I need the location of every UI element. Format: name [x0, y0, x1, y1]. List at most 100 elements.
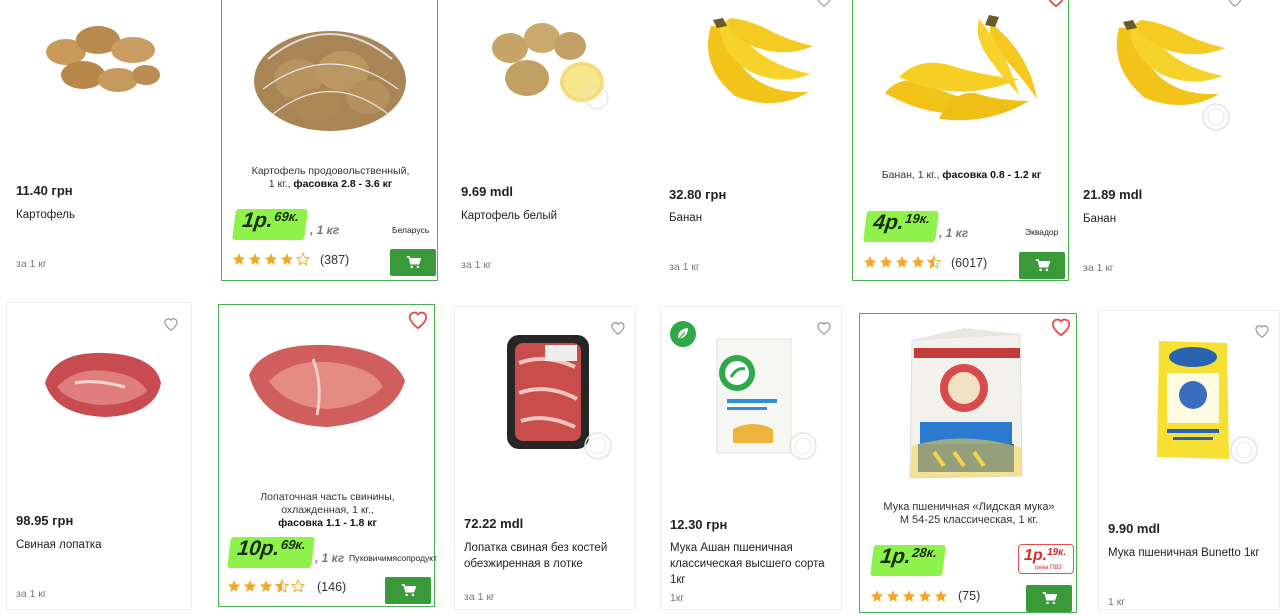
heart-icon[interactable]	[816, 320, 832, 335]
desc-text: 1 кг.,	[268, 178, 291, 190]
product-name[interactable]: Свиная лопатка	[16, 537, 102, 553]
old-price-minor: 19к.	[1047, 547, 1067, 558]
product-price: 11.40 грн	[16, 183, 73, 198]
product-card-pork-tray[interactable]: 72.22 mdl Лопатка свиная без костей обез…	[454, 306, 636, 610]
heart-icon[interactable]	[1254, 323, 1270, 338]
desc-line: Лопаточная часть свинины,	[260, 491, 395, 503]
product-description[interactable]: Картофель продовольственный, 1 кг., фасо…	[222, 165, 439, 191]
star-icon	[863, 256, 877, 268]
product-card-flour-bunetto[interactable]: 9.90 mdl Мука пшеничная Bunetto 1кг 1 кг	[1098, 310, 1280, 610]
potato-white-image[interactable]	[482, 18, 612, 110]
star-empty-icon	[296, 252, 310, 266]
product-name[interactable]: Лопатка свиная без костей обезжиренная в…	[464, 540, 607, 572]
product-card-flour-auchan[interactable]: 12.30 грн Мука Ашан пшеничная классическ…	[660, 306, 842, 610]
review-count[interactable]: (75)	[958, 589, 980, 603]
price-tag: 1р. 69к.	[232, 209, 308, 240]
potato-image[interactable]	[38, 20, 168, 100]
desc-pack: фасовка 1.1 - 1.8 кг	[278, 517, 377, 529]
product-card-potato-sack[interactable]: Картофель продовольственный, 1 кг., фасо…	[221, 0, 438, 281]
add-to-cart-button[interactable]	[390, 249, 436, 276]
review-count[interactable]: (146)	[317, 580, 346, 594]
flour-lida-image[interactable]	[904, 326, 1028, 482]
eco-leaf-icon	[670, 321, 696, 347]
product-unit: за 1 кг	[461, 259, 492, 271]
price-per: , 1 кг	[939, 226, 969, 240]
star-icon	[886, 590, 900, 602]
price-minor: 19к.	[904, 211, 931, 226]
heart-icon[interactable]	[1045, 0, 1067, 7]
product-card-banana-2[interactable]: 21.89 mdl Банан за 1 кг	[1075, 0, 1265, 277]
product-card-banana-promo[interactable]: Банан, 1 кг., фасовка 0.8 - 1.2 кг 4р. 19…	[852, 0, 1069, 281]
banana-bunch-image[interactable]	[879, 13, 1043, 125]
add-to-cart-button[interactable]	[1019, 252, 1065, 279]
product-card-banana-1[interactable]: 32.80 грн Банан за 1 кг	[661, 0, 844, 277]
star-icon	[902, 590, 916, 602]
pork-tray-image[interactable]	[505, 333, 591, 451]
old-price-value: 1р.19к.	[1024, 547, 1066, 565]
desc-line: Картофель продовольственный,	[251, 165, 410, 177]
star-half-icon	[275, 579, 289, 593]
product-name[interactable]: Банан	[669, 210, 702, 226]
product-origin: Эквадор	[1025, 227, 1059, 237]
price-main: 10р.	[236, 537, 281, 560]
cart-icon	[401, 584, 416, 597]
product-card-flour-lida[interactable]: Мука пшеничная «Лидская мука» М 54-25 кл…	[859, 313, 1077, 613]
product-name[interactable]: Мука Ашан пшеничная классическая высшего…	[670, 540, 825, 588]
flour-auchan-image[interactable]	[713, 333, 795, 457]
heart-icon[interactable]	[610, 320, 626, 335]
product-card-potato-white[interactable]: 9.69 mdl Картофель белый за 1 кг	[454, 0, 637, 277]
star-icon	[232, 253, 246, 265]
review-count[interactable]: (6017)	[951, 256, 987, 270]
cart-icon	[406, 256, 421, 269]
product-description[interactable]: Мука пшеничная «Лидская мука» М 54-25 кл…	[860, 501, 1078, 527]
star-icon	[879, 256, 893, 268]
star-icon	[895, 256, 909, 268]
product-price: 21.89 mdl	[1083, 187, 1143, 202]
heart-icon[interactable]	[407, 309, 429, 329]
desc-line: М 54-25 классическая, 1 кг.	[899, 514, 1039, 526]
watermark-icon	[584, 432, 612, 460]
product-unit: за 1 кг	[16, 588, 47, 600]
product-origin: Пуховичимясопродукт	[349, 553, 437, 563]
old-price-tag: 1р.19к. цена ПВЗ	[1018, 544, 1074, 574]
product-name[interactable]: Банан	[1083, 211, 1116, 227]
product-name[interactable]: Мука пшеничная Bunetto 1кг	[1108, 545, 1260, 561]
pork-meat-image[interactable]	[243, 335, 409, 435]
rating-stars	[227, 579, 305, 593]
flour-bunetto-image[interactable]	[1153, 337, 1233, 463]
star-icon	[870, 590, 884, 602]
product-card-pork-promo[interactable]: Лопаточная часть свинины, охлажденная, 1…	[218, 304, 437, 607]
product-name[interactable]: Картофель белый	[461, 208, 557, 224]
heart-icon[interactable]	[816, 0, 832, 7]
price-minor: 69к.	[273, 209, 300, 224]
price-main: 1р.	[241, 209, 275, 232]
potato-sack-image[interactable]	[248, 19, 412, 137]
product-unit: за 1 кг	[464, 591, 495, 603]
product-description[interactable]: Лопаточная часть свинины, охлажденная, 1…	[219, 491, 436, 530]
product-unit: за 1 кг	[16, 258, 47, 270]
banana-image[interactable]	[1105, 18, 1229, 112]
add-to-cart-button[interactable]	[1026, 585, 1072, 612]
product-unit: за 1 кг	[669, 261, 700, 273]
star-icon	[264, 253, 278, 265]
product-price: 98.95 грн	[16, 513, 74, 528]
product-price: 9.69 mdl	[461, 184, 514, 199]
heart-icon[interactable]	[1050, 316, 1072, 336]
desc-line: фасовка 1.1 - 1.8 кг	[219, 517, 436, 530]
desc-pack: фасовка 2.8 - 3.6 кг	[293, 178, 393, 190]
product-unit: 1 кг	[1108, 596, 1126, 608]
banana-image[interactable]	[691, 16, 819, 108]
product-card-potato-1[interactable]: 11.40 грн Картофель за 1 кг	[8, 0, 191, 277]
add-to-cart-button[interactable]	[385, 577, 431, 604]
pork-shoulder-image[interactable]	[35, 343, 165, 423]
heart-icon[interactable]	[163, 316, 179, 331]
product-description[interactable]: Банан, 1 кг., фасовка 0.8 - 1.2 кг	[853, 169, 1070, 182]
star-icon	[918, 590, 932, 602]
product-name[interactable]: Картофель	[16, 207, 75, 223]
product-card-pork-shoulder[interactable]: 98.95 грн Свиная лопатка за 1 кг	[6, 302, 192, 610]
star-icon	[280, 253, 294, 265]
heart-icon[interactable]	[1227, 0, 1243, 7]
desc-pack: фасовка 0.8 - 1.2 кг	[942, 169, 1042, 181]
review-count[interactable]: (387)	[320, 253, 349, 267]
price-tag: 1р. 28к.	[870, 545, 946, 576]
